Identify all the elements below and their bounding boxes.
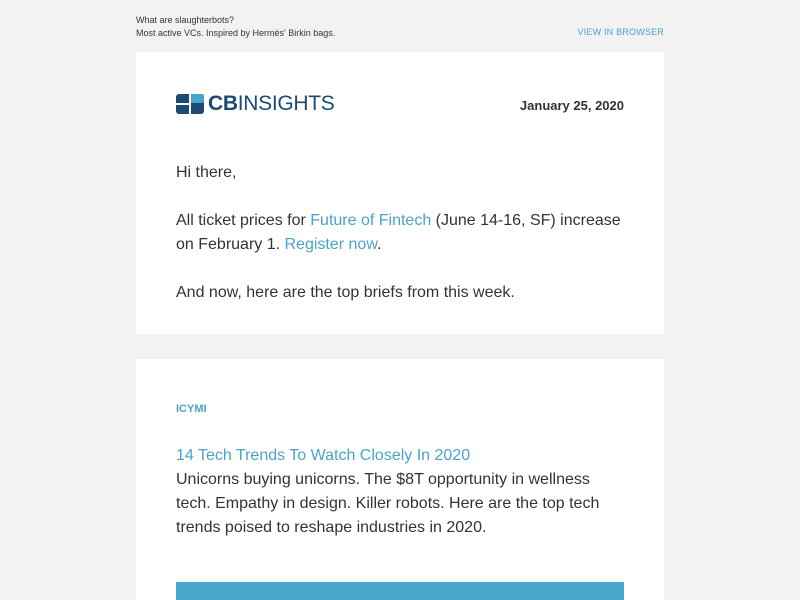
preheader-teaser-1: What are slaughterbots? (136, 15, 235, 25)
article-title-link[interactable]: 14 Tech Trends To Watch Closely In 2020 (176, 444, 470, 468)
briefs-intro: And now, here are the top briefs from th… (176, 284, 515, 301)
register-now-link[interactable]: Register now (285, 236, 378, 253)
article-description: Unicorns buying unicorns. The $8T opport… (176, 471, 600, 536)
future-of-fintech-link[interactable]: Future of Fintech (310, 212, 431, 229)
cb-insights-logo[interactable]: CBINSIGHTS (176, 92, 335, 115)
ticket-announcement: All ticket prices for Future of Fintech … (176, 209, 626, 257)
logo-wordmark-light: INSIGHTS (237, 92, 335, 115)
intro-card: CBINSIGHTS January 25, 2020 Hi there, Al… (136, 52, 664, 334)
announcement-text-start: All ticket prices for (176, 212, 311, 229)
greeting: Hi there, (176, 164, 237, 181)
logo-wordmark-bold: CB (208, 92, 238, 115)
article-hero-image[interactable] (176, 582, 624, 600)
article-tag: ICYMI (176, 403, 207, 415)
announcement-text-end: . (377, 236, 382, 253)
newsletter-date: January 25, 2020 (519, 98, 624, 113)
logo-wordmark: CBINSIGHTS (208, 92, 335, 115)
cb-insights-logo-icon (176, 94, 204, 114)
article-card: ICYMI 14 Tech Trends To Watch Closely In… (136, 359, 664, 600)
view-in-browser-link[interactable]: VIEW IN BROWSER (577, 27, 664, 37)
